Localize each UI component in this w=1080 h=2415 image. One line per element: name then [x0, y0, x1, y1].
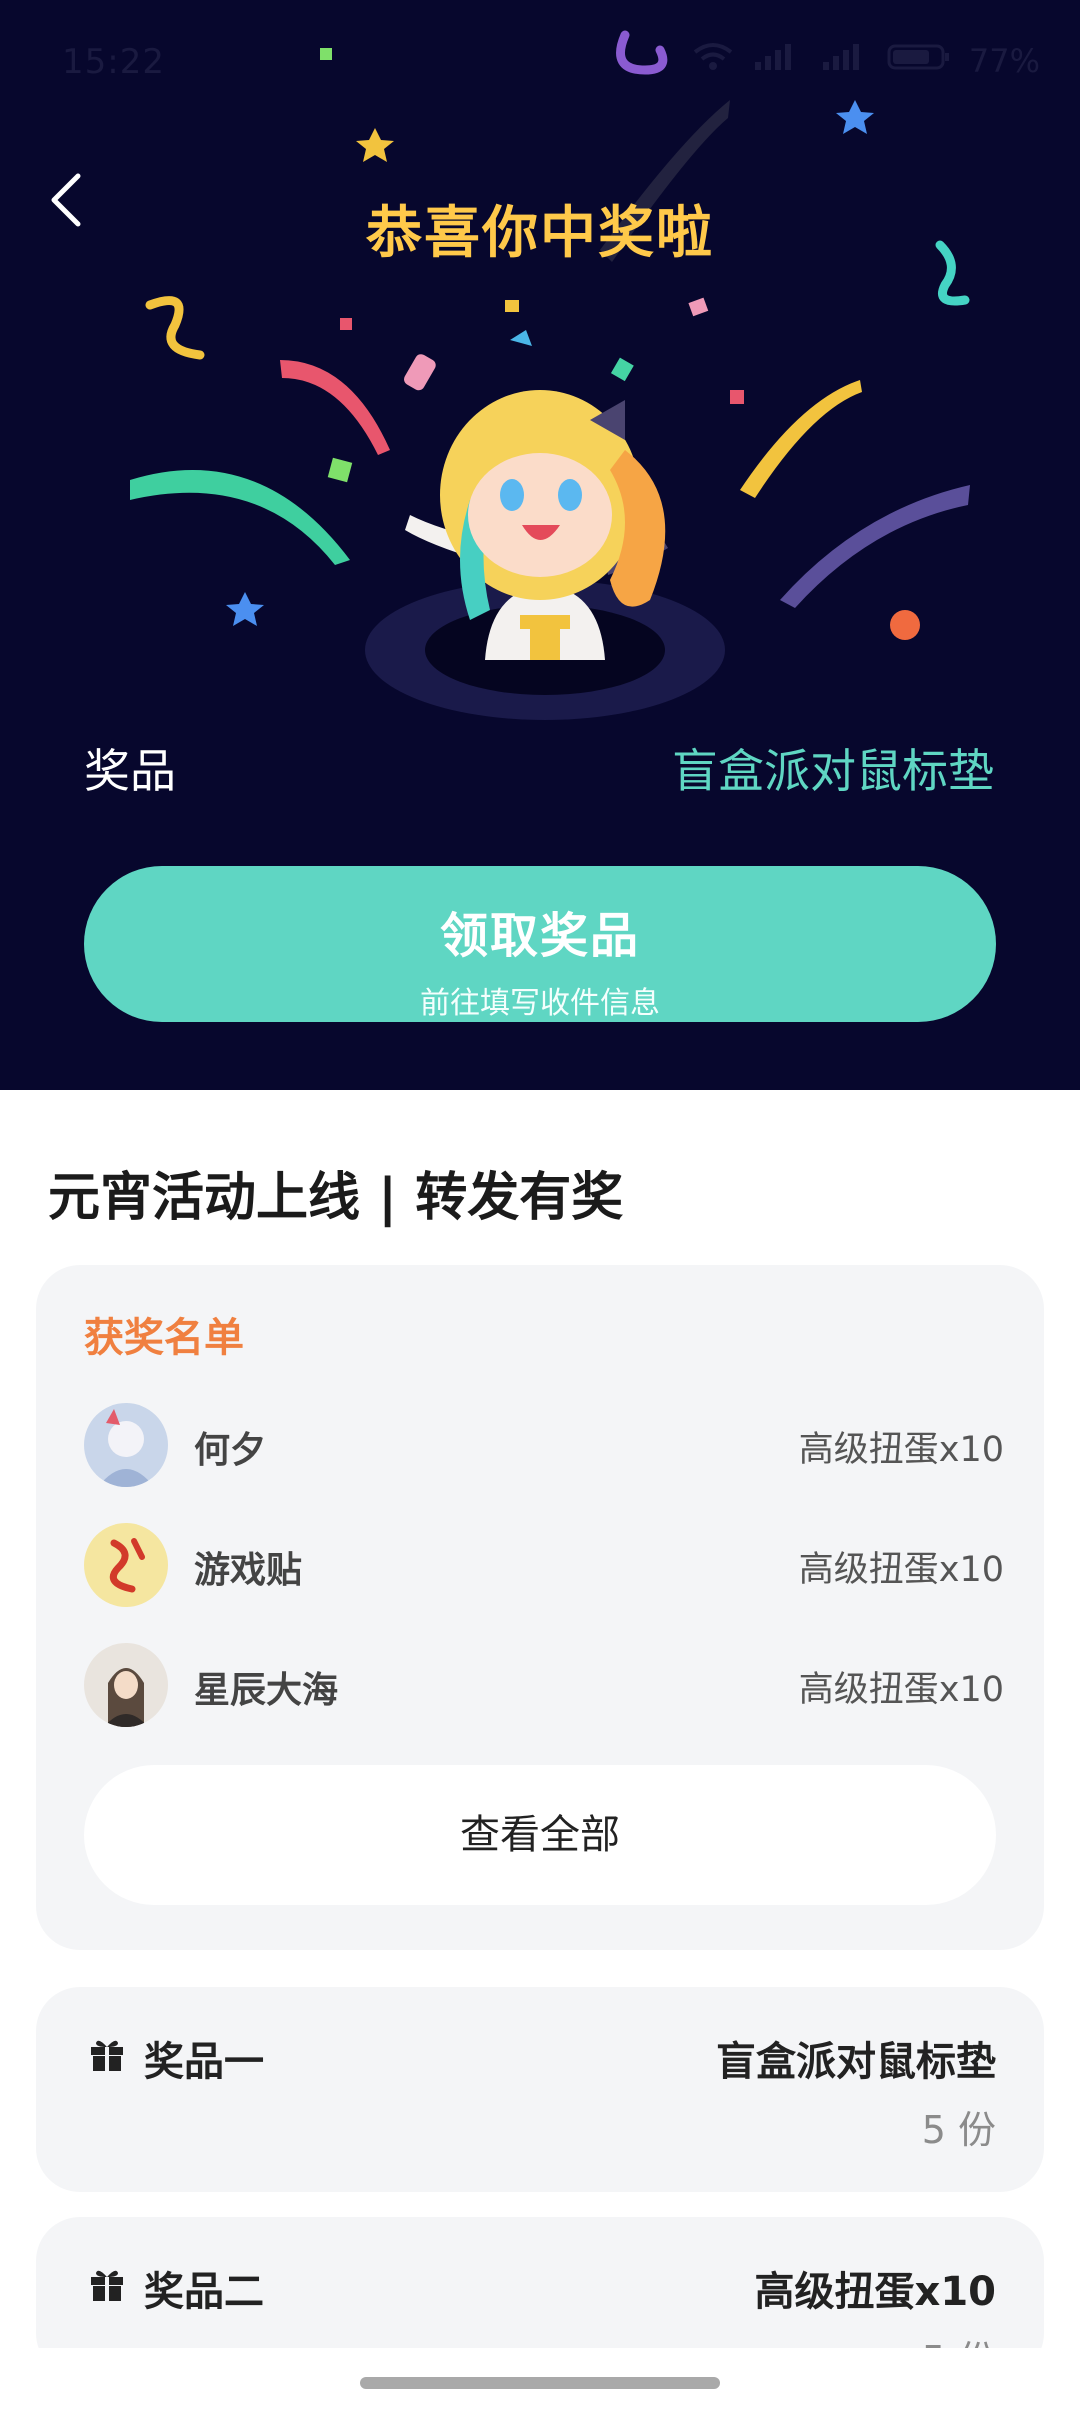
prize-name: 奖品一: [144, 2039, 264, 2085]
winner-prize: 高级扭蛋x10: [798, 1670, 1004, 1710]
status-bar: 15:22 77%: [0, 0, 1080, 130]
gift-icon: [91, 2040, 123, 2071]
winner-name: 何夕: [194, 1430, 267, 1471]
winner-name: 游戏贴: [194, 1550, 303, 1591]
status-time: 15:22: [62, 42, 165, 82]
prize-count: 5 份: [921, 2108, 996, 2152]
status-icons: 77%: [693, 42, 1040, 80]
winner-row[interactable]: 星辰大海 高级扭蛋x10: [84, 1643, 1004, 1727]
signal-icon: [751, 42, 801, 80]
winners-heading: 获奖名单: [84, 1315, 244, 1361]
prize-card: 奖品一 盲盒派对鼠标垫 5 份: [36, 1987, 1044, 2192]
winner-prize: 高级扭蛋x10: [798, 1550, 1004, 1590]
claim-prize-button[interactable]: 领取奖品 前往填写收件信息: [84, 866, 996, 1022]
avatar: [84, 1523, 168, 1607]
prize-label: 奖品: [84, 744, 176, 798]
wifi-icon: [693, 42, 733, 80]
streamer-green: [130, 470, 350, 565]
prize-item: 高级扭蛋x10: [754, 2269, 996, 2315]
event-title: 元宵活动上线 | 转发有奖: [48, 1168, 624, 1228]
winner-prize: 高级扭蛋x10: [798, 1430, 1004, 1470]
signal-icon-2: [819, 42, 869, 80]
claim-button-subtitle: 前往填写收件信息: [420, 986, 660, 1021]
winners-card: 获奖名单 何夕 高级扭蛋x10 游戏贴 高级扭蛋x10 星辰大海 高级扭蛋x10…: [36, 1265, 1044, 1950]
hero-banner: 15:22 77% 恭喜你中奖啦 奖品 盲盒派对鼠标垫 领取奖品 前往填写收件信…: [0, 0, 1080, 1090]
prize-value: 盲盒派对鼠标垫: [672, 744, 994, 798]
battery-percent: 77%: [968, 42, 1040, 80]
claim-button-title: 领取奖品: [439, 908, 640, 964]
home-indicator[interactable]: [360, 2377, 720, 2389]
avatar: [84, 1403, 168, 1487]
view-all-button[interactable]: 查看全部: [84, 1765, 996, 1905]
streamer-yellow: [740, 380, 862, 498]
prize-result-page: 15:22 77% 恭喜你中奖啦 奖品 盲盒派对鼠标垫 领取奖品 前往填写收件信…: [0, 0, 1080, 2415]
winner-row[interactable]: 何夕 高级扭蛋x10: [84, 1403, 1004, 1487]
avatar: [84, 1643, 168, 1727]
battery-icon: [887, 42, 951, 80]
streamer-purple: [780, 485, 970, 608]
streamer-red: [280, 360, 390, 455]
prize-name: 奖品二: [144, 2269, 264, 2315]
congrats-title: 恭喜你中奖啦: [366, 201, 714, 266]
winner-row[interactable]: 游戏贴 高级扭蛋x10: [84, 1523, 1004, 1607]
prize-item: 盲盒派对鼠标垫: [716, 2039, 996, 2085]
winner-name: 星辰大海: [194, 1670, 339, 1711]
gift-icon: [91, 2270, 123, 2301]
